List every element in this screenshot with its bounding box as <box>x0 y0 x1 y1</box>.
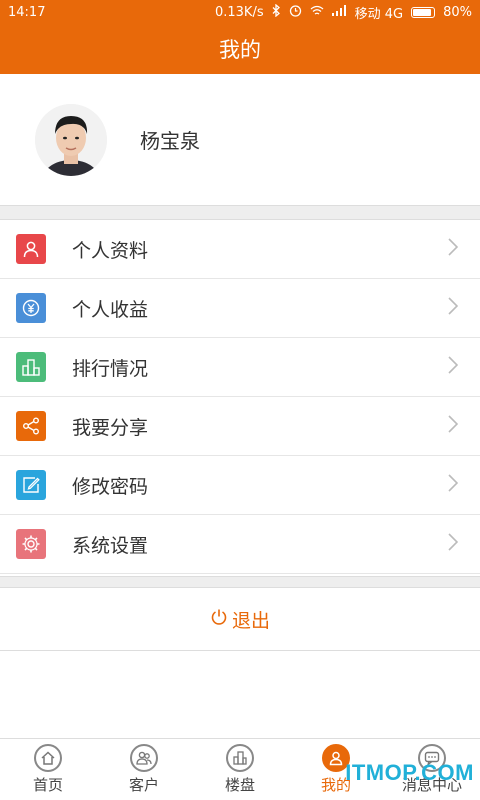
customers-icon <box>130 744 158 772</box>
signal-icon <box>331 4 347 20</box>
menu-list: 个人资料 个人收益 排行情况 我要分享 修改密码 系统设置 <box>0 220 480 574</box>
section-divider <box>0 206 480 220</box>
logout-label: 退出 <box>231 609 270 632</box>
share-icon <box>16 411 46 441</box>
alarm-icon <box>289 4 302 21</box>
tab-home[interactable]: 首页 <box>0 739 96 800</box>
menu-item-ranking[interactable]: 排行情况 <box>0 338 480 397</box>
chevron-right-icon <box>448 297 459 319</box>
watermark: ITMOP.COM <box>345 760 474 785</box>
network-speed: 0.13K/s <box>214 4 264 20</box>
menu-item-label: 个人资料 <box>72 239 149 262</box>
avatar[interactable] <box>35 103 107 176</box>
chevron-right-icon <box>448 356 459 378</box>
tab-label: 楼盘 <box>224 776 255 794</box>
ranking-bars-icon <box>16 352 46 382</box>
wifi-icon <box>310 5 324 20</box>
menu-item-label: 排行情况 <box>72 357 149 380</box>
menu-item-label: 修改密码 <box>72 475 149 498</box>
empty-area <box>0 652 480 738</box>
menu-item-label: 系统设置 <box>72 534 149 557</box>
page-title: 我的 <box>219 38 261 62</box>
building-icon <box>226 744 254 772</box>
status-time: 14:17 <box>8 4 46 20</box>
menu-item-label: 我要分享 <box>72 416 149 439</box>
home-icon <box>34 744 62 772</box>
bluetooth-icon <box>272 3 281 21</box>
menu-item-label: 个人收益 <box>72 298 149 321</box>
power-icon <box>210 608 232 631</box>
menu-item-income[interactable]: 个人收益 <box>0 279 480 338</box>
status-right: 0.13K/s 移动 4G 80% <box>215 3 472 22</box>
tab-label: 客户 <box>128 776 159 794</box>
title-bar: 我的 <box>0 24 480 74</box>
menu-item-settings[interactable]: 系统设置 <box>0 515 480 574</box>
user-name: 杨宝泉 <box>140 129 200 153</box>
carrier-label: 移动 4G <box>354 6 404 22</box>
yuan-coin-icon <box>16 293 46 323</box>
gear-icon <box>16 529 46 559</box>
chevron-right-icon <box>448 474 459 496</box>
logout-button[interactable]: 退出 <box>0 588 480 651</box>
tab-label: 首页 <box>32 776 63 794</box>
menu-item-change-password[interactable]: 修改密码 <box>0 456 480 515</box>
section-divider <box>0 576 480 588</box>
menu-item-share[interactable]: 我要分享 <box>0 397 480 456</box>
tab-customers[interactable]: 客户 <box>96 739 192 800</box>
tab-properties[interactable]: 楼盘 <box>192 739 288 800</box>
person-icon <box>16 234 46 264</box>
chevron-right-icon <box>448 238 459 260</box>
chevron-right-icon <box>448 415 459 437</box>
edit-icon <box>16 470 46 500</box>
profile-card[interactable]: 杨宝泉 <box>0 74 480 206</box>
battery-icon <box>411 6 436 18</box>
status-bar: 14:17 0.13K/s 移动 4G 80% <box>0 0 480 24</box>
battery-percent: 80% <box>443 4 472 20</box>
chevron-right-icon <box>448 533 459 555</box>
menu-item-profile[interactable]: 个人资料 <box>0 220 480 279</box>
